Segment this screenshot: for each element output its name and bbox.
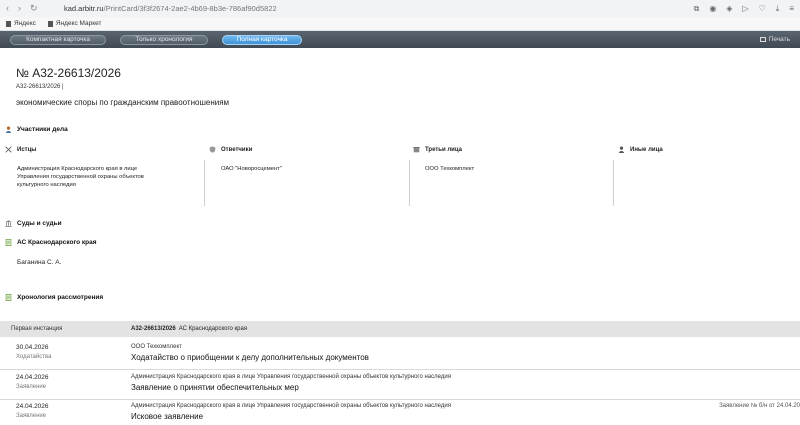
column-divider bbox=[613, 160, 614, 206]
column-divider bbox=[409, 160, 410, 206]
url-field[interactable]: kad.arbitr.ru/PrintCard/3f3f2674-2ae2-4b… bbox=[64, 4, 277, 13]
document-reference: Заявление № б/н от 24.04.20 bbox=[719, 403, 800, 409]
case-category: экономические споры по гражданским право… bbox=[16, 98, 230, 107]
swords-icon bbox=[5, 146, 12, 153]
back-icon[interactable]: ‹ bbox=[6, 3, 9, 14]
card-toolbar: Компактная карточка Только хронология По… bbox=[0, 31, 800, 48]
table-row[interactable]: 30.04.2026 Ходатайства ООО Техкомплект Х… bbox=[0, 342, 800, 370]
courthouse-icon bbox=[5, 220, 12, 227]
document-icon bbox=[5, 239, 12, 246]
plaintiffs-list: Администрация Краснодарского края в лице… bbox=[17, 166, 144, 188]
participants-section-title: Участники дела bbox=[5, 126, 68, 133]
third-parties-list: ООО Техкомплект bbox=[425, 166, 475, 172]
heart-icon[interactable]: ♡ bbox=[759, 4, 766, 14]
full-card-button[interactable]: Полная карточка bbox=[222, 34, 302, 45]
case-number: № А32-26613/2026 bbox=[16, 66, 121, 80]
instance-header[interactable]: Первая инстанция А32-26613/2026 АС Красно… bbox=[0, 321, 800, 337]
shield-icon[interactable]: ◈ bbox=[726, 4, 732, 14]
plaintiffs-header: Истцы bbox=[5, 146, 36, 153]
document-link[interactable]: Ходатайство о приобщении к делу дополнит… bbox=[131, 353, 369, 362]
printer-icon bbox=[759, 37, 766, 42]
bookmark-icon bbox=[6, 20, 11, 27]
building-icon bbox=[413, 147, 420, 153]
print-button[interactable]: Печать bbox=[759, 36, 790, 43]
chronology-section-title: Хронология рассмотрения bbox=[5, 294, 103, 301]
document-link[interactable]: Исковое заявление bbox=[131, 412, 203, 421]
download-icon[interactable]: ⤓ bbox=[776, 4, 780, 14]
bookmark-yandex-market[interactable]: Яндекс Маркет bbox=[47, 20, 102, 27]
instance-info: А32-26613/2026 АС Краснодарского края bbox=[131, 326, 248, 332]
chronology-only-button[interactable]: Только хронология bbox=[120, 34, 208, 45]
browser-address-bar: ‹ › ↻ kad.arbitr.ru/PrintCard/3f3f2674-2… bbox=[0, 0, 800, 17]
forward-icon[interactable]: › bbox=[18, 3, 21, 14]
instance-label: Первая инстанция bbox=[11, 326, 63, 332]
defendants-header: Ответчики bbox=[209, 146, 252, 153]
translate-icon[interactable]: ⧉ bbox=[694, 4, 700, 14]
court-name: АС Краснодарского края bbox=[5, 239, 97, 246]
menu-icon[interactable]: ≡ bbox=[789, 4, 794, 14]
reload-icon[interactable]: ↻ bbox=[30, 3, 38, 14]
third-parties-header: Третьи лица bbox=[413, 146, 462, 153]
person-icon bbox=[5, 126, 12, 133]
send-icon[interactable]: ▷ bbox=[742, 4, 748, 14]
user-icon bbox=[618, 146, 625, 153]
defendants-list: ОАО "Новоросцемент" bbox=[221, 166, 282, 172]
document-link[interactable]: Заявление о принятии обеспечительных мер bbox=[131, 383, 299, 392]
other-persons-header: Иные лица bbox=[618, 146, 663, 153]
shield-icon bbox=[209, 146, 216, 153]
table-row[interactable]: 24.04.2026 Заявление Администрация Красн… bbox=[0, 401, 800, 425]
courts-section-title: Суды и судьи bbox=[5, 220, 62, 227]
bookmark-yandex[interactable]: Яндекс bbox=[6, 20, 36, 27]
camera-icon[interactable]: ◉ bbox=[709, 4, 716, 14]
column-divider bbox=[204, 160, 205, 206]
bookmark-icon bbox=[47, 20, 53, 27]
table-row[interactable]: 24.04.2026 Заявление Администрация Красн… bbox=[0, 372, 800, 400]
case-subnumber: А32-26613/2026 | bbox=[16, 84, 64, 90]
compact-card-button[interactable]: Компактная карточка bbox=[10, 34, 106, 45]
document-icon bbox=[5, 294, 12, 301]
bookmarks-bar: Яндекс Яндекс Маркет bbox=[0, 17, 800, 31]
judge-name: Баганина С. А. bbox=[17, 259, 62, 266]
